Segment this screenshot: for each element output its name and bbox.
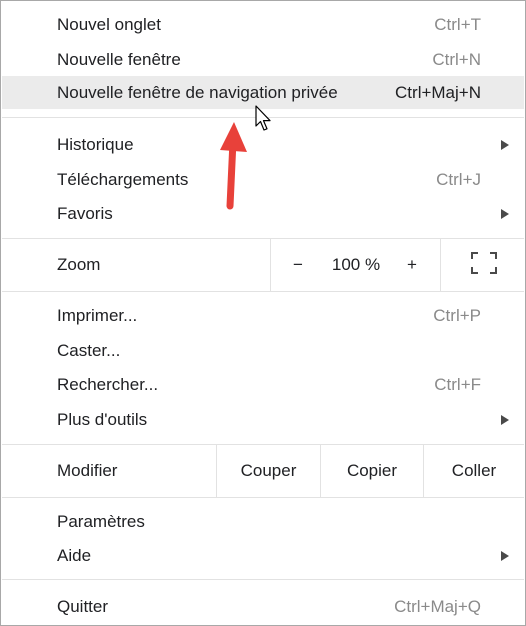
cut-button[interactable]: Couper [217, 445, 320, 497]
fullscreen-icon[interactable] [471, 252, 497, 274]
find-label: Rechercher... [57, 375, 159, 394]
new-tab-shortcut: Ctrl+T [434, 15, 481, 34]
print-shortcut: Ctrl+P [433, 306, 481, 325]
new-tab-label: Nouvel onglet [57, 15, 161, 34]
new-private-window-shortcut: Ctrl+Maj+N [395, 83, 481, 102]
new-private-window-label: Nouvelle fenêtre de navigation privée [57, 83, 338, 102]
quit-label: Quitter [57, 597, 109, 616]
edit-label: Modifier [57, 461, 118, 480]
zoom-out-button[interactable]: − [283, 239, 313, 291]
menu-item-new-private-window[interactable]: Nouvelle fenêtre de navigation privée Ct… [2, 76, 524, 109]
paste-button[interactable]: Coller [424, 445, 524, 497]
bookmarks-label: Favoris [57, 204, 113, 223]
menu-item-new-tab[interactable]: Nouvel onglet Ctrl+T [2, 8, 524, 41]
zoom-divider [270, 239, 271, 291]
new-window-label: Nouvelle fenêtre [57, 50, 181, 69]
zoom-in-button[interactable]: + [397, 239, 427, 291]
help-label: Aide [57, 546, 92, 565]
menu-item-history[interactable]: Historique [2, 128, 524, 161]
menu-item-quit[interactable]: Quitter Ctrl+Maj+Q [2, 590, 524, 623]
quit-shortcut: Ctrl+Maj+Q [394, 597, 481, 616]
submenu-arrow-icon [501, 415, 509, 425]
cast-label: Caster... [57, 341, 121, 360]
zoom-row: Zoom − 100 % + [2, 239, 524, 291]
edit-row: Modifier Couper Copier Coller [2, 445, 524, 497]
copy-button[interactable]: Copier [321, 445, 423, 497]
submenu-arrow-icon [501, 551, 509, 561]
chrome-main-menu: Nouvel onglet Ctrl+T Nouvelle fenêtre Ct… [0, 0, 526, 626]
submenu-arrow-icon [501, 209, 509, 219]
find-shortcut: Ctrl+F [434, 375, 481, 394]
submenu-arrow-icon [501, 140, 509, 150]
menu-separator [2, 497, 524, 498]
new-window-shortcut: Ctrl+N [432, 50, 481, 69]
menu-item-downloads[interactable]: Téléchargements Ctrl+J [2, 163, 524, 196]
zoom-level: 100 % [331, 255, 381, 274]
menu-item-find[interactable]: Rechercher... Ctrl+F [2, 368, 524, 401]
zoom-label: Zoom [57, 255, 101, 274]
history-label: Historique [57, 135, 134, 154]
downloads-shortcut: Ctrl+J [436, 170, 481, 189]
menu-item-bookmarks[interactable]: Favoris [2, 197, 524, 230]
menu-item-settings[interactable]: Paramètres [2, 505, 524, 538]
menu-separator [2, 579, 524, 580]
menu-item-print[interactable]: Imprimer... Ctrl+P [2, 299, 524, 332]
print-label: Imprimer... [57, 306, 138, 325]
menu-item-new-window[interactable]: Nouvelle fenêtre Ctrl+N [2, 43, 524, 76]
menu-separator [2, 117, 524, 118]
settings-label: Paramètres [57, 512, 145, 531]
menu-item-more-tools[interactable]: Plus d'outils [2, 403, 524, 436]
more-tools-label: Plus d'outils [57, 410, 148, 429]
zoom-divider [440, 239, 441, 291]
menu-separator [2, 291, 524, 292]
menu-item-help[interactable]: Aide [2, 539, 524, 572]
downloads-label: Téléchargements [57, 170, 189, 189]
menu-item-cast[interactable]: Caster... [2, 334, 524, 367]
